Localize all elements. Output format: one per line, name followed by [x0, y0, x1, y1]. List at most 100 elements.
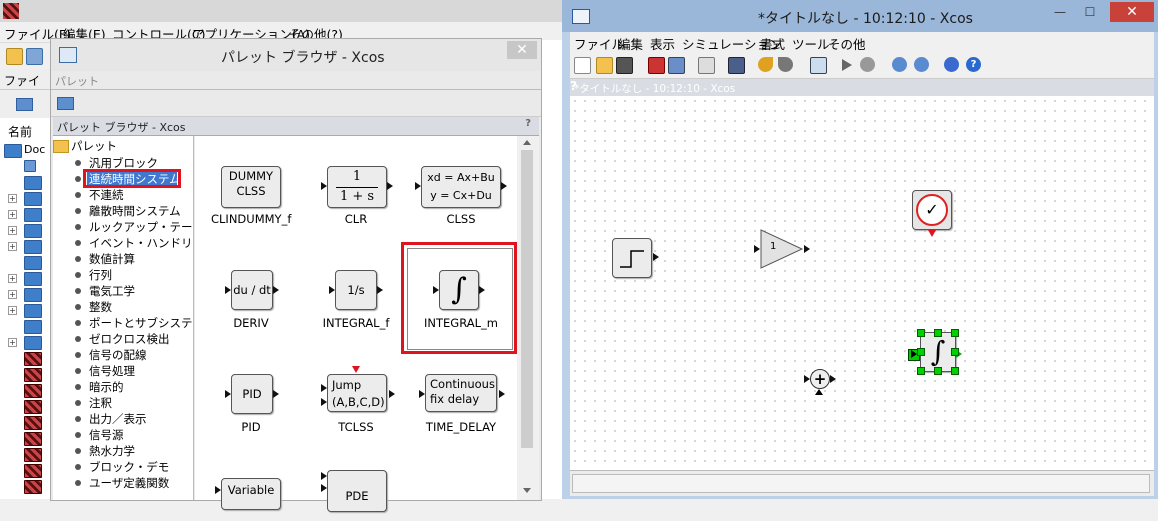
palette-inner-titlebar: パレット ブラウザ - Xcos ?	[53, 117, 539, 136]
fit-diagram-icon[interactable]	[810, 57, 827, 74]
block-label-tclss: TCLSS	[338, 420, 374, 434]
expand-icon[interactable]: +	[8, 242, 17, 251]
folder-icon[interactable]	[16, 98, 33, 111]
expand-icon[interactable]: +	[8, 226, 17, 235]
expand-icon[interactable]: +	[8, 306, 17, 315]
resize-handle[interactable]	[951, 348, 959, 356]
export-icon[interactable]	[728, 57, 745, 74]
xcos-menu-format[interactable]: 書式	[760, 34, 785, 53]
resize-handle[interactable]	[934, 329, 942, 337]
block-clss[interactable]: xd = Ax+Bu y = Cx+Du	[421, 166, 501, 208]
xcos-titlebar[interactable]: *タイトルなし - 10:12:10 - Xcos — ☐ ✕	[562, 0, 1158, 32]
xcos-inner-title: *タイトルなし - 10:12:10 - Xcos	[574, 83, 736, 95]
expand-icon[interactable]: +	[8, 290, 17, 299]
block-deriv[interactable]: du / dt	[231, 270, 273, 310]
bullet-icon	[75, 256, 81, 262]
output-port-icon	[479, 286, 485, 294]
stop-icon[interactable]	[860, 57, 875, 72]
block-tclss[interactable]: Jump (A,B,C,D)	[327, 374, 387, 412]
expand-icon[interactable]: +	[8, 274, 17, 283]
scilab-file-icon	[24, 352, 42, 366]
resize-handle[interactable]	[951, 329, 959, 337]
xcos-close-button[interactable]: ✕	[1110, 2, 1154, 22]
save-as-icon[interactable]	[668, 57, 685, 74]
xcos-menu-file[interactable]: ファイル	[574, 34, 624, 53]
xcos-menu-edit[interactable]: 編集	[618, 34, 643, 53]
expand-icon[interactable]: +	[8, 338, 17, 347]
block-integral-f[interactable]: 1/s	[335, 270, 377, 310]
block-integral-m[interactable]: ∫	[439, 270, 479, 310]
status-field	[572, 474, 1150, 493]
name-column-header[interactable]: 名前	[8, 123, 32, 140]
help-icon[interactable]: ?	[525, 118, 531, 129]
block-text: y = Cx+Du	[430, 189, 492, 202]
block-clr[interactable]: 1 1 + s	[327, 166, 387, 208]
block-clindummy-f[interactable]: DUMMY CLSS	[221, 166, 281, 208]
open-folder-icon[interactable]	[596, 57, 613, 74]
blocks-vertical-scrollbar[interactable]	[517, 136, 539, 500]
minimize-button[interactable]: —	[1046, 2, 1074, 22]
open-in-scilab-icon[interactable]	[616, 57, 633, 74]
step-block[interactable]	[612, 238, 652, 278]
open-folder-icon[interactable]	[57, 97, 74, 110]
console-toolbar	[0, 43, 55, 69]
xcos-menu-view[interactable]: 表示	[650, 34, 675, 53]
block-text: PDE	[345, 489, 369, 503]
palette-tab[interactable]: パレット	[55, 73, 99, 89]
diagram-canvas[interactable]: 1 ✓ ∫ +	[570, 96, 1154, 470]
palette-tree-item-label: 電気工学	[89, 284, 135, 298]
palette-tree-item-label: ブロック・デモ	[89, 460, 170, 474]
block-time-delay[interactable]: Continuous fix delay	[425, 374, 497, 412]
scilab-file-icon	[24, 432, 42, 446]
resize-handle[interactable]	[917, 367, 925, 375]
block-text: xd = Ax+Bu	[427, 171, 495, 184]
file-browser-tab[interactable]: ファイ	[0, 69, 52, 90]
bullet-icon	[75, 288, 81, 294]
block-variable-delay[interactable]: Variable	[221, 478, 281, 510]
documents-item[interactable]: Doc	[24, 143, 45, 156]
redo-icon[interactable]	[778, 57, 793, 72]
clock-block[interactable]: ✓	[912, 190, 952, 230]
resize-handle[interactable]	[917, 329, 925, 337]
bullet-icon	[75, 224, 81, 230]
palette-tree-item-label: 信号源	[89, 428, 124, 442]
edit-icon[interactable]	[6, 48, 23, 65]
palette-browser-window: パレット ブラウザ - Xcos ✕ パレット パレット ブラウザ - Xcos…	[50, 38, 542, 512]
sum-block[interactable]: +	[810, 369, 830, 389]
settings-gear-icon[interactable]	[944, 57, 959, 72]
xcos-diagram-window: *タイトルなし - 10:12:10 - Xcos — ☐ ✕ ファイル 編集 …	[562, 0, 1158, 499]
xcos-status-bar	[570, 470, 1154, 496]
resize-handle[interactable]	[934, 367, 942, 375]
zoom-out-icon[interactable]	[914, 57, 929, 72]
undo-icon[interactable]	[758, 57, 773, 72]
palette-tree-item-label: 信号の配線	[89, 348, 147, 362]
resize-handle[interactable]	[951, 367, 959, 375]
block-text: Jump	[332, 378, 362, 392]
palette-titlebar[interactable]: パレット ブラウザ - Xcos ✕	[51, 39, 541, 71]
scrollbar-thumb[interactable]	[521, 150, 533, 448]
xcos-window-icon	[59, 47, 77, 63]
resize-handle[interactable]	[917, 348, 925, 356]
palette-tab-strip: パレット	[51, 71, 541, 90]
print-icon[interactable]	[698, 57, 715, 74]
zoom-in-icon[interactable]	[892, 57, 907, 72]
scroll-down-icon[interactable]	[523, 488, 531, 493]
expand-icon[interactable]: +	[8, 194, 17, 203]
open-folder-icon[interactable]	[26, 48, 43, 65]
palette-close-button[interactable]: ✕	[507, 41, 537, 59]
expand-icon[interactable]: +	[8, 210, 17, 219]
xcos-menu-help[interactable]: その他	[828, 34, 866, 53]
block-pid[interactable]: PID	[231, 374, 273, 414]
save-icon[interactable]	[648, 57, 665, 74]
maximize-button[interactable]: ☐	[1076, 2, 1104, 22]
gain-block[interactable]	[760, 229, 804, 269]
help-icon[interactable]: ?	[966, 57, 981, 72]
xcos-menu-tools[interactable]: ツール	[792, 34, 830, 53]
scroll-up-icon[interactable]	[523, 140, 531, 145]
xcos-toolbar: ?	[570, 52, 1154, 79]
output-port-icon	[387, 182, 393, 190]
start-icon[interactable]	[842, 59, 852, 71]
palette-tree-item-label: ゼロクロス検出	[89, 332, 170, 346]
new-file-icon[interactable]	[574, 57, 591, 74]
block-pde[interactable]: PDE	[327, 470, 387, 512]
